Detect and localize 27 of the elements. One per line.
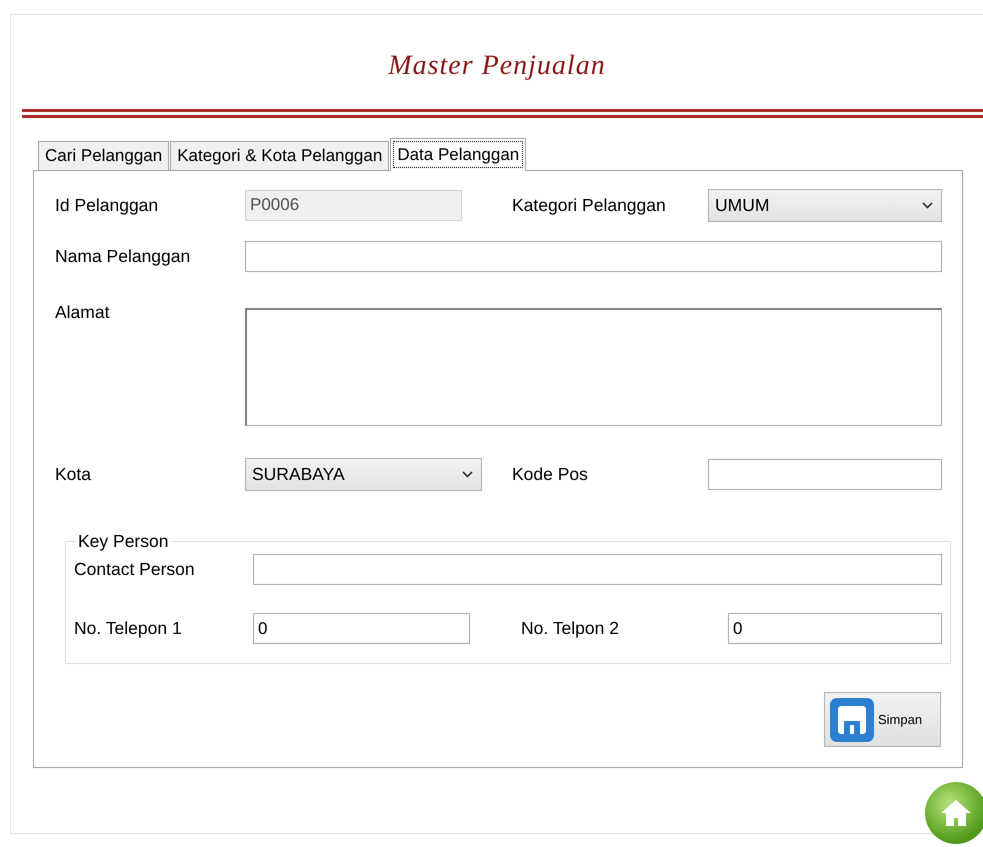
input-field[interactable] [708,459,942,490]
field-label: Contact Person [74,559,196,580]
page-title: Master Penjualan [387,49,607,83]
chevron-down-icon [922,202,933,208]
save-button[interactable]: Simpan [824,692,941,747]
field-label: Id Pelanggan [55,194,160,216]
field-label: No. Telepon 1 [74,618,183,639]
field-label: Alamat [55,302,110,323]
field-label: No. Telpon 2 [521,618,620,639]
dropdown[interactable]: SURABAYA [245,458,482,491]
text-area[interactable] [245,308,942,426]
input-field[interactable] [253,554,942,585]
field-label: Kota [55,464,92,485]
input-field[interactable] [245,240,942,272]
tab[interactable]: Data Pelanggan [390,138,526,171]
home-button[interactable] [925,782,983,844]
dropdown[interactable]: UMUM [708,188,942,222]
field-label: Nama Pelanggan [55,246,192,266]
house-icon [939,798,973,828]
tab[interactable]: Cari Pelanggan [38,141,170,171]
field-label: Kode Pos [512,464,589,485]
input-field[interactable]: 0 [253,613,470,644]
input-field[interactable]: 0 [728,613,942,644]
tab[interactable]: Kategori & Kota Pelanggan [170,141,390,171]
chevron-down-icon [462,471,473,478]
group-title: Key Person [77,531,170,552]
field-label: Kategori Pelanggan [512,194,667,216]
